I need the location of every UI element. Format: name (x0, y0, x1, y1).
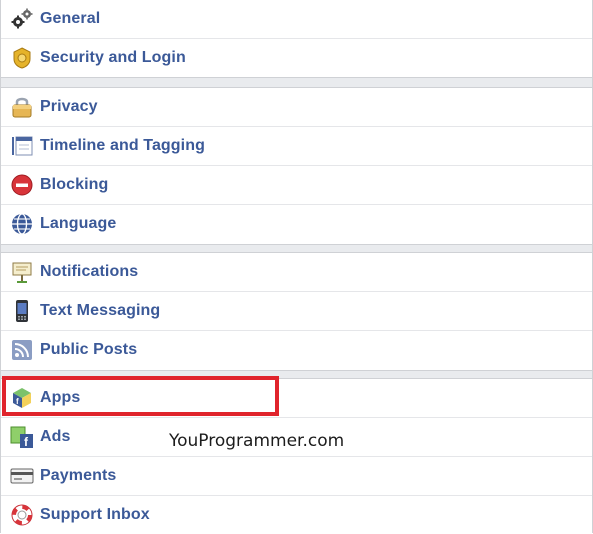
menu-item-label: Text Messaging (40, 302, 161, 319)
settings-group-apps: f Apps f Ads Payments Support Inbox (1, 378, 592, 534)
menu-item-label: Apps (40, 389, 81, 406)
settings-group-privacy: Privacy Timeline and Tagging Blocking La… (1, 87, 592, 245)
menu-item-privacy[interactable]: Privacy (1, 88, 592, 127)
menu-item-label: Ads (40, 428, 71, 445)
menu-item-blocking[interactable]: Blocking (1, 166, 592, 205)
gears-icon (10, 7, 34, 31)
menu-item-security-and-login[interactable]: Security and Login (1, 39, 592, 77)
timeline-icon (10, 134, 34, 158)
watermark: YouProgrammer.com (169, 431, 345, 451)
menu-item-general[interactable]: General (1, 0, 592, 39)
menu-item-label: Language (40, 215, 117, 232)
security-badge-icon (10, 46, 34, 70)
menu-item-apps[interactable]: f Apps (1, 379, 592, 418)
menu-item-payments[interactable]: Payments (1, 457, 592, 496)
menu-item-label: Privacy (40, 98, 98, 115)
globe-icon (10, 212, 34, 236)
apps-cube-icon: f (10, 386, 34, 410)
settings-group-account: General Security and Login (1, 0, 592, 78)
menu-item-label: Blocking (40, 176, 109, 193)
settings-group-notifications: Notifications Text Messaging Public Post… (1, 252, 592, 371)
menu-item-label: Support Inbox (40, 506, 150, 523)
rss-feed-icon (10, 338, 34, 362)
settings-menu: General Security and Login Privacy Timel… (0, 0, 593, 534)
notification-sign-icon (10, 260, 34, 284)
menu-item-label: Public Posts (40, 341, 138, 358)
menu-item-language[interactable]: Language (1, 205, 592, 243)
menu-item-label: General (40, 10, 101, 27)
lifebuoy-icon (10, 503, 34, 527)
ads-icon: f (10, 425, 34, 449)
menu-item-label: Payments (40, 467, 117, 484)
padlock-icon (10, 95, 34, 119)
block-icon (10, 173, 34, 197)
menu-item-label: Notifications (40, 263, 139, 280)
menu-item-notifications[interactable]: Notifications (1, 253, 592, 292)
menu-item-label: Timeline and Tagging (40, 137, 205, 154)
menu-item-support-inbox[interactable]: Support Inbox (1, 496, 592, 534)
phone-icon (10, 299, 34, 323)
credit-card-icon (10, 464, 34, 488)
menu-item-timeline-and-tagging[interactable]: Timeline and Tagging (1, 127, 592, 166)
menu-item-public-posts[interactable]: Public Posts (1, 331, 592, 369)
menu-item-label: Security and Login (40, 49, 186, 66)
menu-item-text-messaging[interactable]: Text Messaging (1, 292, 592, 331)
svg-text:f: f (16, 397, 19, 406)
